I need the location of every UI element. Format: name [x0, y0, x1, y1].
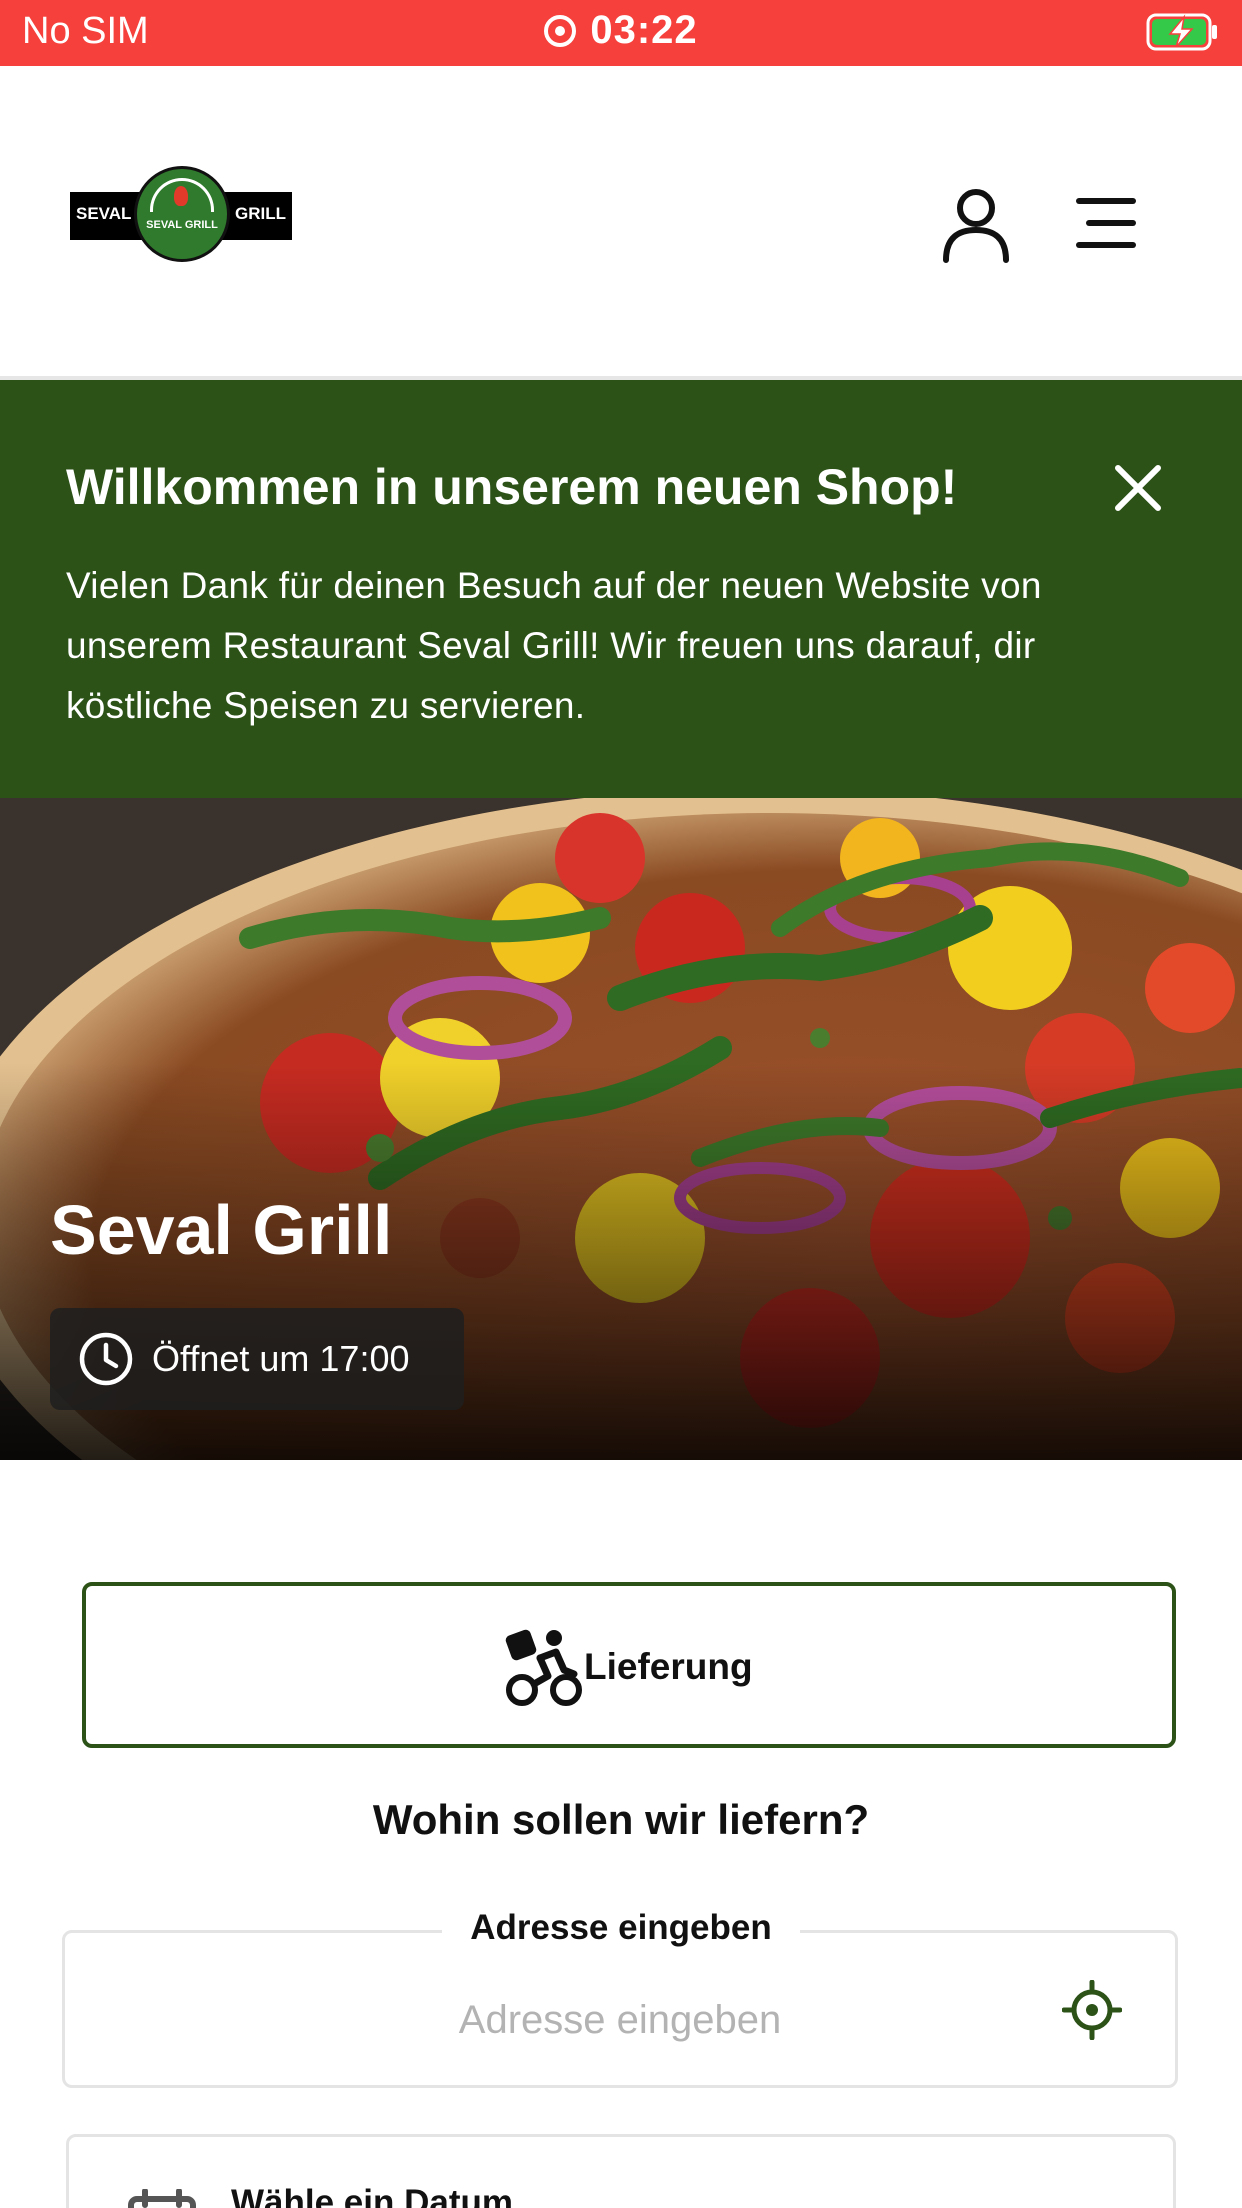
user-icon[interactable]	[936, 184, 1016, 264]
status-time: 03:22	[590, 8, 698, 52]
date-picker-label: Wähle ein Datum	[231, 2183, 513, 2208]
close-icon[interactable]	[1110, 460, 1166, 516]
battery-charging-icon	[1146, 13, 1217, 51]
banner-title: Willkommen in unserem neuen Shop!	[66, 459, 958, 515]
address-legend: Adresse eingeben	[0, 1908, 1242, 1948]
logo-left-text: SEVAL	[76, 204, 132, 223]
banner-text: Vielen Dank für deinen Besuch auf der ne…	[66, 565, 1042, 726]
crosshair-location-icon[interactable]	[1062, 1980, 1122, 2040]
delivery-label: Lieferung	[584, 1646, 753, 1687]
menu-icon[interactable]	[1072, 194, 1144, 254]
restaurant-name: Seval Grill	[50, 1191, 393, 1269]
delivery-option-button[interactable]: Lieferung	[82, 1582, 1176, 1748]
flame-icon	[174, 186, 188, 206]
chevron-down-icon	[1126, 2196, 1160, 2208]
delivery-question: Wohin sollen wir liefern?	[372, 1796, 870, 1843]
screen-record-icon	[544, 15, 577, 47]
opening-hours-badge: Öffnet um 17:00	[50, 1308, 464, 1410]
opening-hours-text: Öffnet um 17:00	[152, 1338, 410, 1379]
address-legend-text: Adresse eingeben	[442, 1908, 800, 1947]
site-header: SEVAL GRILL SEVAL GRILL	[0, 66, 1242, 380]
hero-section: Seval Grill Öffnet um 17:00	[0, 798, 1242, 1460]
status-time-group: 03:22	[0, 8, 1242, 53]
clock-icon	[79, 1332, 133, 1386]
status-bar: No SIM 03:22	[0, 0, 1242, 66]
delivery-bike-icon	[505, 1629, 582, 1706]
date-picker-button[interactable]: Wähle ein Datum	[66, 2134, 1176, 2208]
logo-right-text: GRILL	[235, 204, 286, 223]
address-input[interactable]	[68, 1990, 1172, 2050]
calendar-icon	[128, 2189, 196, 2208]
welcome-banner: Willkommen in unserem neuen Shop! Vielen…	[0, 380, 1242, 798]
seval-grill-logo[interactable]: SEVAL GRILL SEVAL GRILL	[70, 166, 294, 262]
logo-center-text: SEVAL GRILL	[146, 219, 218, 231]
